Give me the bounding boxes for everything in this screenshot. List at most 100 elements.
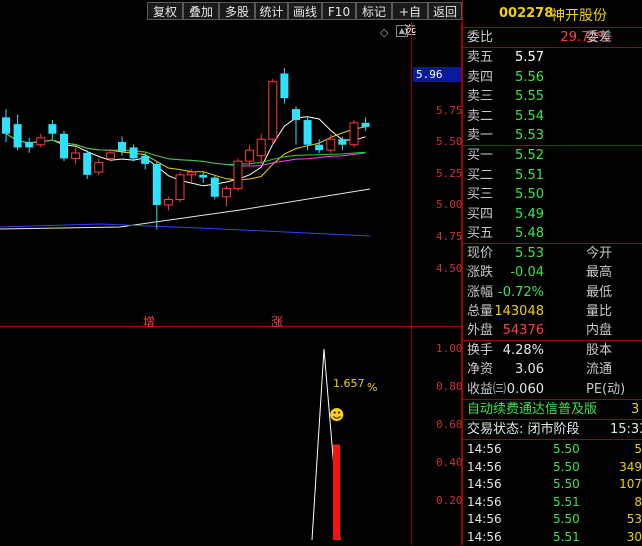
tick-row: 14:56 5.50 5 — [467, 440, 642, 458]
candle-body — [210, 177, 219, 197]
ask-label: 卖二 — [467, 108, 494, 124]
ask-price: 5.56 — [515, 69, 544, 85]
smiley-icon: ☻ — [329, 406, 345, 424]
ask-row[interactable]: 卖四 5.56 — [467, 68, 642, 87]
candle-body — [303, 120, 312, 145]
ask-row[interactable]: 卖三 5.55 — [467, 87, 642, 106]
fundamental-row[interactable]: 收益㈢ 0.060 PE(动) — [467, 380, 642, 399]
bid-label: 买一 — [467, 148, 494, 163]
zhang-marker: 涨 — [271, 315, 284, 329]
quote-value: 54376 — [502, 323, 544, 339]
bid-row[interactable]: 买三 5.50 — [467, 185, 642, 204]
quote-label: 总量 — [467, 303, 494, 319]
fund-label: 换手 — [467, 343, 494, 358]
tick-time: 14:56 — [467, 442, 502, 456]
fund-label2: 流通 — [586, 362, 613, 378]
candle-body — [105, 152, 115, 159]
ask-price: 5.53 — [515, 128, 544, 143]
fuquan-button[interactable]: 复权 — [147, 2, 183, 20]
tick-volume: 8 — [634, 494, 642, 509]
ask-label: 卖三 — [467, 89, 494, 104]
price-chart[interactable] — [0, 22, 411, 326]
price-tick: 4.50 — [436, 262, 463, 275]
candle-body — [292, 109, 300, 121]
multi-stock-button[interactable]: 多股 — [219, 2, 255, 20]
indicator-unit: % — [367, 381, 378, 394]
candle-body — [315, 144, 324, 151]
quote-row[interactable]: 总量 143048 量比 — [467, 302, 642, 321]
draw-line-button[interactable]: 画线 — [288, 2, 322, 20]
axis-divider — [411, 22, 412, 545]
candle-body — [13, 124, 22, 148]
quote-value: -0.72% — [498, 284, 544, 300]
candle-body — [280, 73, 289, 99]
candle-body — [129, 147, 138, 159]
bid-row[interactable]: 买一 5.52 — [467, 146, 642, 165]
bid-price: 5.52 — [515, 148, 544, 163]
quote-value: 5.53 — [515, 246, 544, 261]
promo-trail: 3 — [631, 402, 640, 417]
bid-row[interactable]: 买四 5.49 — [467, 205, 642, 224]
current-price-marker: 5.96 — [413, 67, 461, 82]
candle-body — [48, 124, 57, 134]
f10-button[interactable]: F10 — [322, 2, 356, 20]
fund-label: 净资 — [467, 362, 494, 378]
candle-body — [141, 155, 150, 164]
candle-body — [361, 122, 370, 127]
ask-price: 5.57 — [515, 50, 544, 65]
fundamental-row[interactable]: 净资 3.06 流通 — [467, 360, 642, 379]
candle-body — [187, 171, 197, 176]
candle-body — [221, 188, 231, 198]
price-tick: 4.75 — [436, 230, 463, 243]
fund-label2: PE(动) — [586, 381, 626, 397]
trade-status-label: 交易状态: 闭市阶段 — [467, 422, 580, 437]
bid-row[interactable]: 买五 5.48 — [467, 224, 642, 243]
fund-label: 收益㈢ — [467, 381, 507, 397]
quote-panel: 002278 神开股份 委比 29.72% 委差 卖五 5.57 卖四 5.56 卖三 5… — [462, 0, 642, 545]
quote-row[interactable]: 外盘 54376 内盘 — [467, 321, 642, 340]
zeng-marker: 增 — [143, 315, 156, 329]
tick-volume: 30 — [626, 529, 642, 544]
promo-banner[interactable]: 自动续费通达信普及版 3 — [467, 400, 642, 419]
quote-row[interactable]: 现价 5.53 今开 — [467, 244, 642, 263]
tick-time: 14:56 — [467, 459, 502, 474]
quote-label2: 内盘 — [586, 323, 613, 339]
candle-body — [349, 122, 359, 146]
ask-label: 卖五 — [467, 50, 494, 65]
quote-value: -0.04 — [510, 265, 544, 281]
back-button[interactable]: 返回 — [428, 2, 462, 20]
overlay-button[interactable]: 叠加 — [183, 2, 219, 20]
candle-body — [25, 141, 34, 148]
ask-row[interactable]: 卖五 5.57 — [467, 48, 642, 67]
fundamental-row[interactable]: 换手 4.28% 股本 — [467, 341, 642, 360]
candle-body — [233, 160, 243, 190]
candle-body — [118, 141, 126, 152]
quote-row[interactable]: 涨跌 -0.04 最高 — [467, 263, 642, 282]
tick-price: 5.50 — [553, 442, 580, 456]
add-watchlist-button[interactable]: +自选 — [392, 2, 428, 37]
ask-label: 卖一 — [467, 128, 494, 143]
candle-body — [256, 138, 266, 157]
candle-body — [326, 138, 336, 151]
quote-row[interactable]: 涨幅 -0.72% 最低 — [467, 283, 642, 302]
quote-label2: 最低 — [586, 284, 613, 300]
indicator-tick: 0.40 — [436, 456, 463, 469]
ask-row[interactable]: 卖二 5.54 — [467, 107, 642, 126]
stock-name: 神开股份 — [551, 8, 607, 24]
candle-body — [163, 199, 173, 206]
tick-price: 5.50 — [553, 512, 580, 526]
candle-body — [94, 162, 104, 173]
promo-text: 自动续费通达信普及版 — [467, 402, 598, 417]
ask-row[interactable]: 卖一 5.53 — [467, 126, 642, 145]
indicator-tick: 0.80 — [436, 380, 463, 393]
tick-volume: 53 — [626, 512, 642, 526]
tick-price: 5.50 — [553, 477, 580, 491]
tick-time: 14:56 — [467, 512, 502, 526]
mark-button[interactable]: 标记 — [356, 2, 392, 20]
quote-label2: 最高 — [586, 265, 613, 281]
bid-row[interactable]: 买二 5.51 — [467, 166, 642, 185]
statistics-button[interactable]: 统计 — [255, 2, 288, 20]
price-tick: 5.75 — [436, 104, 463, 117]
tick-price: 5.51 — [553, 529, 580, 544]
indicator-chart[interactable] — [0, 327, 411, 545]
